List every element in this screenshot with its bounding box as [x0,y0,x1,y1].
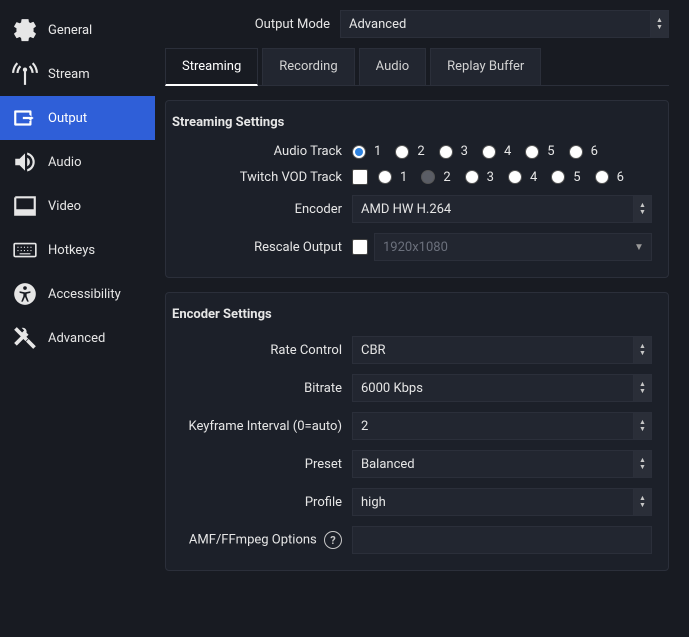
antenna-icon [10,59,40,89]
encoder-settings-panel: Encoder Settings Rate Control CBR ▲▼ Bit… [165,292,669,571]
audio-track-6-radio[interactable] [569,145,583,159]
label: General [48,23,92,38]
updown-icon: ▲▼ [633,375,651,401]
label: Stream [48,67,90,82]
sidebar-item-audio[interactable]: Audio [0,140,155,184]
sidebar-item-video[interactable]: Video [0,184,155,228]
rate-control-label: Rate Control [170,343,352,358]
speaker-icon [10,147,40,177]
audio-track-2-radio[interactable] [395,145,409,159]
vod-track-1-radio[interactable] [378,170,392,184]
tab-replay-buffer[interactable]: Replay Buffer [430,48,541,85]
main-content: Output Mode Advanced ▲▼ Streaming Record… [155,0,689,637]
output-tabs: Streaming Recording Audio Replay Buffer [165,48,669,86]
encoder-settings-title: Encoder Settings [172,307,652,322]
chevron-down-icon: ▼ [627,234,651,260]
updown-icon: ▲▼ [633,451,651,477]
sidebar-item-general[interactable]: General [0,8,155,52]
sidebar-item-output[interactable]: Output [0,96,155,140]
encoder-label: Encoder [170,202,352,217]
keyboard-icon [10,235,40,265]
vod-track-4-radio[interactable] [508,170,522,184]
profile-select[interactable]: high ▲▼ [352,488,652,516]
vod-track-5-radio[interactable] [551,170,565,184]
tab-audio[interactable]: Audio [359,48,426,85]
vod-track-2-radio[interactable] [421,170,435,184]
monitor-icon [10,191,40,221]
keyframe-label: Keyframe Interval (0=auto) [170,419,352,434]
gear-icon [10,15,40,45]
rescale-checkbox[interactable] [352,239,368,255]
streaming-settings-title: Streaming Settings [172,115,652,130]
keyframe-input[interactable]: 2 ▲▼ [352,412,652,440]
sidebar-item-accessibility[interactable]: Accessibility [0,272,155,316]
updown-icon: ▲▼ [650,11,668,37]
rescale-label: Rescale Output [170,240,352,255]
sidebar: General Stream Output Audio Video [0,0,155,637]
sidebar-item-hotkeys[interactable]: Hotkeys [0,228,155,272]
audio-track-5-radio[interactable] [525,145,539,159]
label: Advanced [48,331,105,346]
accessibility-icon [10,279,40,309]
sidebar-item-stream[interactable]: Stream [0,52,155,96]
tools-icon [10,323,40,353]
output-mode-select[interactable]: Advanced ▲▼ [340,10,669,38]
twitch-vod-group: 1 2 3 4 5 6 [352,169,652,185]
audio-track-1-radio[interactable] [352,145,366,159]
updown-icon: ▲▼ [633,196,651,222]
amf-options-input[interactable] [352,526,652,554]
vod-track-3-radio[interactable] [465,170,479,184]
amf-options-label: AMF/FFmpeg Options ? [170,531,352,549]
twitch-vod-checkbox[interactable] [352,169,368,185]
tab-streaming[interactable]: Streaming [165,48,258,86]
help-icon[interactable]: ? [324,531,342,549]
rescale-select[interactable]: 1920x1080 ▼ [374,233,652,261]
streaming-settings-panel: Streaming Settings Audio Track 1 2 3 4 5… [165,100,669,278]
label: Audio [48,155,81,170]
rate-control-select[interactable]: CBR ▲▼ [352,336,652,364]
output-icon [10,103,40,133]
output-mode-label: Output Mode [165,17,340,32]
preset-label: Preset [170,457,352,472]
audio-track-4-radio[interactable] [482,145,496,159]
profile-label: Profile [170,495,352,510]
audio-track-group: 1 2 3 4 5 6 [352,144,652,159]
updown-icon: ▲▼ [633,489,651,515]
audio-track-label: Audio Track [170,144,352,159]
encoder-select[interactable]: AMD HW H.264 ▲▼ [352,195,652,223]
updown-icon: ▲▼ [633,337,651,363]
bitrate-input[interactable]: 6000 Kbps ▲▼ [352,374,652,402]
audio-track-3-radio[interactable] [439,145,453,159]
preset-select[interactable]: Balanced ▲▼ [352,450,652,478]
sidebar-item-advanced[interactable]: Advanced [0,316,155,360]
label: Video [48,199,81,214]
tab-recording[interactable]: Recording [262,48,354,85]
label: Output [48,111,87,126]
twitch-vod-label: Twitch VOD Track [170,170,352,185]
label: Hotkeys [48,243,95,258]
bitrate-label: Bitrate [170,381,352,396]
updown-icon: ▲▼ [633,413,651,439]
label: Accessibility [48,287,121,302]
vod-track-6-radio[interactable] [595,170,609,184]
